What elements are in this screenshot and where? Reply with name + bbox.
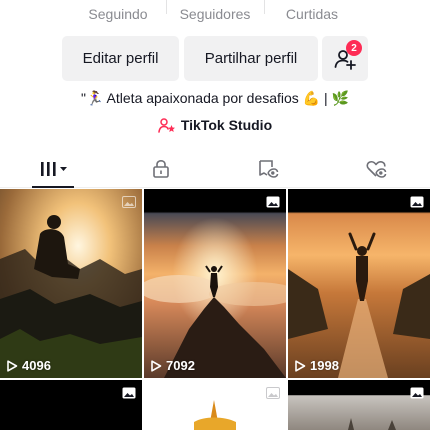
- thumbnail-image: [0, 380, 142, 430]
- grid-bars-icon: [41, 162, 67, 176]
- followers-label[interactable]: Seguidores: [165, 6, 265, 22]
- video-thumbnail[interactable]: 7092: [144, 189, 286, 378]
- tab-videos[interactable]: [0, 150, 108, 188]
- profile-bio: "🏃‍♀️ Atleta apaixonada por desafios 💪 |…: [81, 90, 349, 106]
- thumbnail-image: [144, 189, 286, 378]
- view-count: 7092: [150, 358, 195, 373]
- lock-icon: [153, 159, 169, 178]
- play-icon: [295, 359, 306, 372]
- video-thumbnail[interactable]: 1998: [288, 189, 430, 378]
- stats-row: Seguindo Seguidores Curtidas: [0, 0, 430, 28]
- photo-type-icon: [266, 387, 280, 399]
- tab-reposts[interactable]: [214, 150, 322, 188]
- video-grid: 4096 7092 1998: [0, 189, 430, 430]
- video-thumbnail[interactable]: [144, 380, 286, 430]
- view-count-value: 4096: [22, 358, 51, 373]
- tab-private[interactable]: [107, 150, 215, 188]
- play-icon: [7, 359, 18, 372]
- view-count-value: 1998: [310, 358, 339, 373]
- edit-profile-button[interactable]: Editar perfil: [62, 36, 179, 81]
- photo-type-icon: [266, 196, 280, 208]
- photo-type-icon: [410, 196, 424, 208]
- tiktok-studio-label: TikTok Studio: [180, 117, 273, 133]
- share-profile-button[interactable]: Partilhar perfil: [184, 36, 318, 81]
- studio-person-icon: [158, 118, 175, 133]
- thumbnail-image: [144, 380, 286, 430]
- video-thumbnail[interactable]: 4096: [0, 189, 142, 378]
- tiktok-studio-link[interactable]: TikTok Studio: [0, 117, 430, 133]
- following-label[interactable]: Seguindo: [68, 6, 168, 22]
- view-count: 1998: [294, 358, 339, 373]
- photo-type-icon: [410, 387, 424, 399]
- thumbnail-image: [288, 380, 430, 430]
- heart-eye-icon: [366, 160, 387, 178]
- photo-type-icon: [122, 196, 136, 208]
- photo-type-icon: [122, 387, 136, 399]
- tab-liked[interactable]: [322, 150, 430, 188]
- likes-label: Curtidas: [285, 6, 339, 22]
- active-tab-indicator: [32, 186, 74, 188]
- add-friend-button[interactable]: 2: [322, 36, 368, 81]
- profile-tabs: [0, 150, 430, 188]
- play-icon: [151, 359, 162, 372]
- thumbnail-image: [288, 189, 430, 378]
- repost-icon: [259, 160, 279, 178]
- friend-requests-badge: 2: [346, 40, 362, 56]
- video-thumbnail[interactable]: [0, 380, 142, 430]
- view-count: 4096: [6, 358, 51, 373]
- thumbnail-image: [0, 189, 142, 378]
- view-count-value: 7092: [166, 358, 195, 373]
- video-thumbnail[interactable]: [288, 380, 430, 430]
